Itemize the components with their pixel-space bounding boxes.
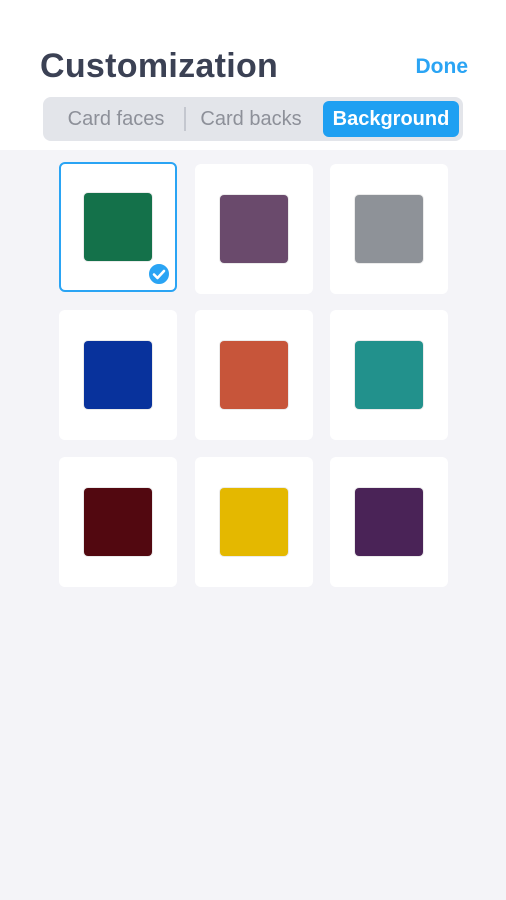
- background-swatch: [84, 193, 152, 261]
- tab-card-backs[interactable]: Card backs: [191, 101, 311, 137]
- background-swatch: [84, 341, 152, 409]
- tab-card-faces[interactable]: Card faces: [55, 101, 177, 137]
- customization-tab-control: Card faces Card backs Background: [43, 97, 463, 141]
- background-option-blue[interactable]: [59, 310, 177, 440]
- background-option-maroon[interactable]: [59, 457, 177, 587]
- background-swatch: [220, 488, 288, 556]
- background-swatch: [355, 488, 423, 556]
- background-option-purple[interactable]: [330, 457, 448, 587]
- background-option-gray[interactable]: [330, 164, 448, 294]
- background-swatch: [355, 341, 423, 409]
- selected-checkmark-icon: [147, 262, 171, 286]
- tab-divider: [184, 107, 186, 131]
- background-option-teal[interactable]: [330, 310, 448, 440]
- done-button[interactable]: Done: [416, 54, 469, 80]
- background-swatch: [220, 195, 288, 263]
- page-title: Customization: [40, 47, 279, 85]
- background-option-orange[interactable]: [195, 310, 313, 440]
- background-option-mauve[interactable]: [195, 164, 313, 294]
- tab-background[interactable]: Background: [323, 101, 459, 137]
- header-bar: Customization Done Card faces Card backs…: [0, 0, 506, 150]
- background-option-yellow[interactable]: [195, 457, 313, 587]
- background-swatch: [355, 195, 423, 263]
- background-swatch: [84, 488, 152, 556]
- background-swatch: [220, 341, 288, 409]
- background-option-green[interactable]: [59, 162, 177, 292]
